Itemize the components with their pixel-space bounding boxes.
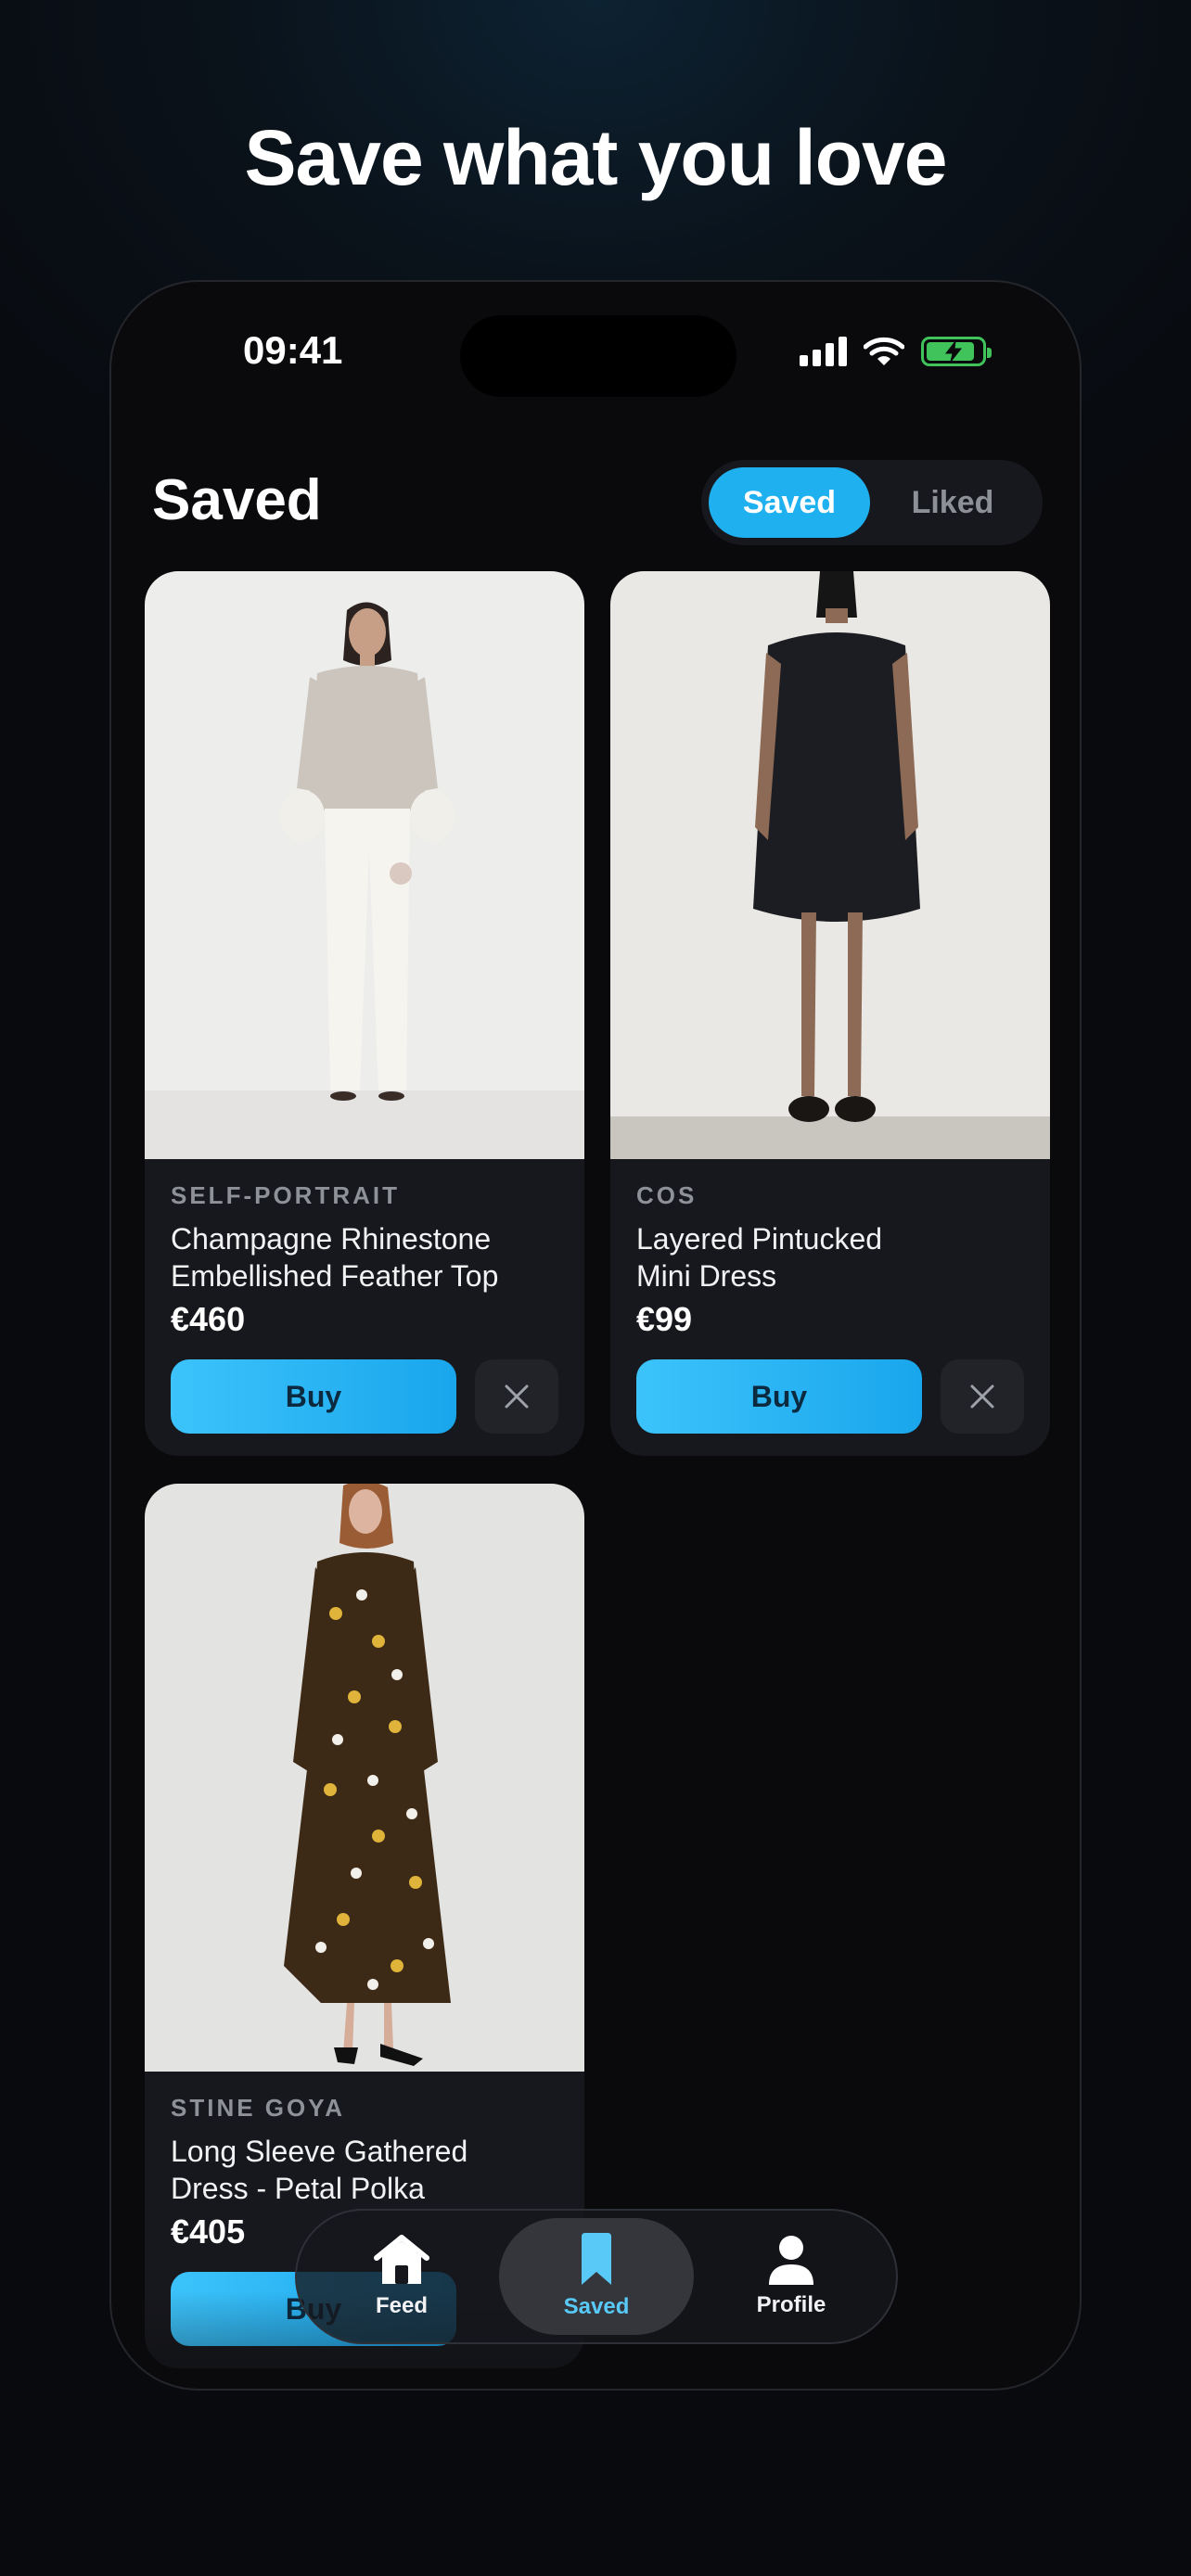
product-brand: STINE GOYA [171, 2094, 345, 2122]
saved-liked-toggle: Saved Liked [701, 460, 1043, 545]
segment-liked[interactable]: Liked [870, 467, 1035, 538]
close-icon [970, 1384, 994, 1409]
close-icon [505, 1384, 529, 1409]
tab-label: Feed [375, 2293, 428, 2318]
buy-button[interactable]: Buy [636, 1359, 922, 1434]
remove-button[interactable] [941, 1359, 1024, 1434]
bookmark-icon [582, 2233, 611, 2285]
battery-charging-icon [921, 337, 992, 366]
product-image[interactable] [610, 571, 1050, 1159]
product-brand: COS [636, 1181, 698, 1209]
tab-label: Profile [756, 2292, 826, 2317]
status-time: 09:41 [243, 328, 343, 372]
segment-saved[interactable]: Saved [709, 467, 870, 538]
phone-frame: 09:41 Saved Saved Liked SELF-PORTRAIT Ch… [109, 280, 1082, 2391]
tab-saved[interactable]: Saved [499, 2218, 694, 2335]
product-brand: SELF-PORTRAIT [171, 1181, 400, 1209]
product-card[interactable]: COS Layered Pintucked Mini Dress €99 Buy [610, 571, 1050, 1456]
tab-feed[interactable]: Feed [304, 2218, 499, 2335]
wifi-icon [864, 337, 904, 365]
tab-bar: Feed Saved Profile [295, 2209, 898, 2344]
product-price: €99 [636, 1300, 693, 1338]
headline: Save what you love [244, 114, 948, 201]
product-price: €460 [171, 1300, 246, 1338]
product-price: €405 [171, 2213, 246, 2251]
product-name: Layered Pintucked Mini Dress [636, 1222, 883, 1293]
product-name: Long Sleeve Gathered Dress - Petal Polka [171, 2135, 468, 2205]
remove-button[interactable] [475, 1359, 558, 1434]
home-icon [374, 2235, 429, 2284]
buy-button[interactable]: Buy [171, 1359, 456, 1434]
product-image[interactable] [145, 571, 584, 1159]
product-card[interactable]: SELF-PORTRAIT Champagne Rhinestone Embel… [145, 571, 584, 1456]
signal-icon [800, 337, 847, 366]
page-title: Saved [152, 468, 322, 532]
person-icon [769, 2236, 813, 2285]
tab-label: Saved [563, 2294, 630, 2319]
dynamic-island [460, 315, 736, 397]
tab-profile[interactable]: Profile [694, 2218, 889, 2335]
status-indicators [800, 336, 992, 367]
product-image[interactable] [145, 1484, 584, 2072]
product-name: Champagne Rhinestone Embellished Feather… [171, 1222, 499, 1293]
